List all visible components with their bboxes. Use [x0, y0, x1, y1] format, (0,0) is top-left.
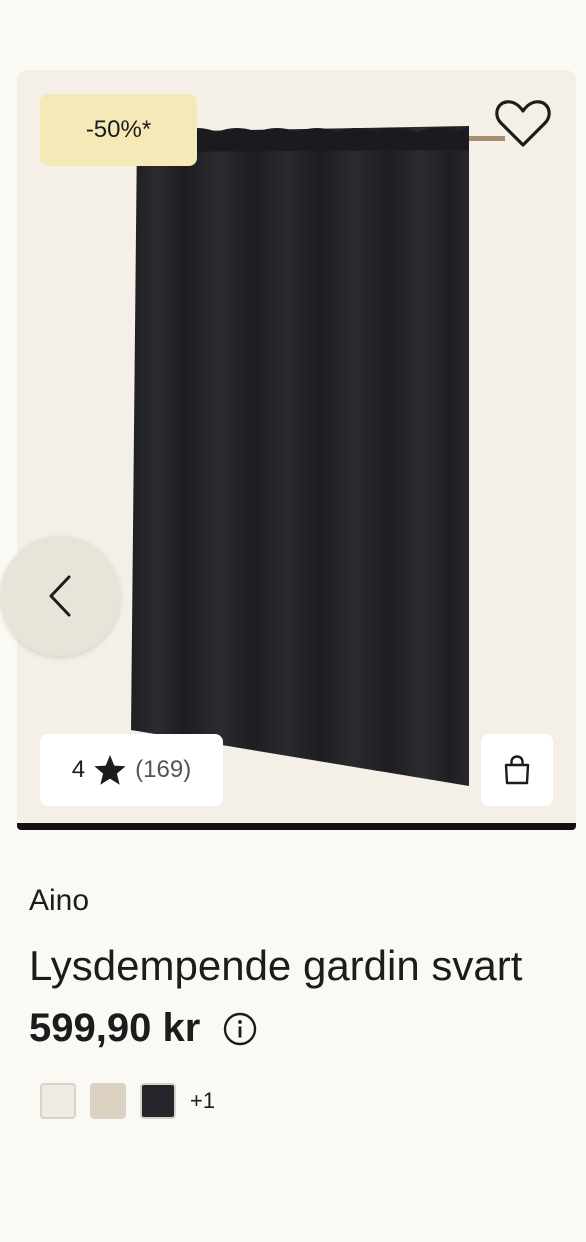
more-colors-count[interactable]: +1	[190, 1088, 215, 1114]
swatch-beige[interactable]	[90, 1083, 126, 1119]
product-price: 599,90 kr	[29, 1006, 201, 1050]
price-row: 599,90 kr	[29, 1006, 258, 1051]
swatch-black[interactable]	[140, 1083, 176, 1119]
previous-image-button[interactable]	[0, 536, 120, 656]
curtain-image	[127, 126, 505, 786]
swatch-off-white[interactable]	[40, 1083, 76, 1119]
product-image[interactable]	[17, 70, 576, 823]
rating-count: (169)	[135, 756, 192, 783]
add-to-cart-button[interactable]	[481, 734, 553, 806]
star-icon	[94, 755, 126, 785]
heart-outline-icon[interactable]	[494, 98, 552, 150]
product-title[interactable]: Lysdempende gardin svart	[29, 942, 522, 990]
color-swatches: +1	[40, 1083, 215, 1119]
discount-badge-label: -50%*	[85, 116, 152, 143]
info-circle-icon[interactable]	[222, 1011, 258, 1047]
product-brand: Aino	[29, 884, 90, 917]
rating-score: 4	[71, 756, 86, 783]
rating-summary[interactable]: 4 (169)	[40, 734, 223, 806]
shopping-bag-icon	[504, 755, 530, 785]
image-progress-bar	[17, 823, 576, 830]
discount-badge: -50%*	[40, 94, 197, 166]
chevron-left-icon	[49, 575, 71, 617]
